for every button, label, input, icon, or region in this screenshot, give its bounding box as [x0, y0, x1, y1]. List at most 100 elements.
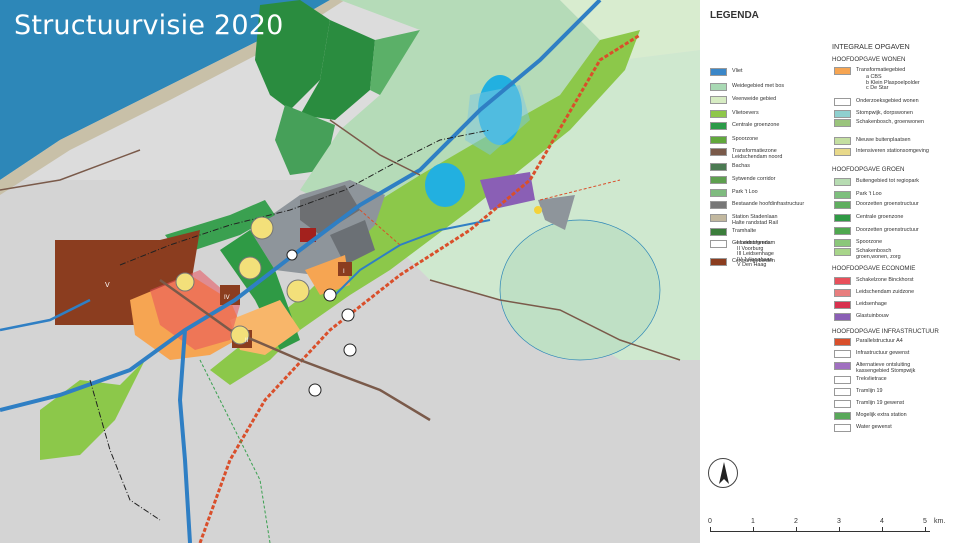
- legend-economie-item-label: Glastuinbouw: [856, 313, 889, 319]
- legend-left-item-label: Spoorzone: [732, 136, 759, 142]
- centrum-ii-label: II: [245, 338, 249, 344]
- legend-economie-item-swatch: [834, 301, 851, 309]
- map-title: Structuurvisie 2020: [14, 10, 284, 41]
- legend-left-item-label: Bestaande hoofdinfrastructuur: [732, 201, 805, 207]
- legend-panel: LEGENDA Vliet Weidegebied met bos Veenweid…: [700, 0, 961, 543]
- economie-heading: HOOFDOPGAVE ECONOMIE: [832, 265, 916, 272]
- groen-heading: HOOFDOPGAVE GROEN: [832, 166, 905, 173]
- legend-left-item-label: Park 't Loo: [732, 189, 758, 195]
- legend-left-item-label: Vliet: [732, 68, 743, 74]
- legend-infra-item-label: Alternatieve ontsluiting kassengebied St…: [856, 362, 916, 374]
- legend-wonen-item-swatch: [834, 119, 851, 127]
- legend-left-item-swatch: [710, 96, 727, 104]
- scale-tick: [925, 527, 926, 532]
- legend-economie-item-label: Leidschendam zuidzone: [856, 289, 915, 295]
- wonen-heading: HOOFDOPGAVE WONEN: [832, 56, 906, 63]
- integrale-opgaven-heading: INTEGRALE OPGAVEN: [832, 42, 910, 51]
- legend-left-item-swatch: [710, 163, 727, 171]
- legend-heading: LEGENDA: [710, 10, 759, 21]
- legend-infra-item-swatch: [834, 400, 851, 408]
- legend-left-item-label: Centrale groenzone: [732, 122, 780, 128]
- legend-infra-item-swatch: [834, 350, 851, 358]
- centrum-v-label: V: [105, 282, 110, 289]
- legend-economie-item-label: Schakelzone Binckhorst: [856, 277, 914, 283]
- legend-groen-item-label: Schakenbosch groen,wonen, zorg: [856, 248, 901, 260]
- legend-economie-item-swatch: [834, 289, 851, 297]
- legend-infra-item-swatch: [834, 338, 851, 346]
- north-arrow-icon: [708, 458, 738, 488]
- legend-left-item-label: Tramhalte: [732, 228, 757, 234]
- legend-left-item-label: Bachas: [732, 163, 750, 169]
- legend-groen-item-swatch: [834, 201, 851, 209]
- legend-wonen-sub: a CBS b Klein Plaspoelpolder c De Star: [866, 74, 920, 92]
- scale-number: 1: [751, 518, 755, 525]
- legend-left-item-label: Veenweide gebied: [732, 96, 777, 102]
- legend-wonen-item-swatch: [834, 110, 851, 118]
- legend-groen-item-swatch: [834, 248, 851, 256]
- legend-groen-item-swatch: [834, 214, 851, 222]
- legend-wonen-item-swatch: [834, 67, 851, 75]
- legend-infra-item-swatch: [834, 412, 851, 420]
- legend-wonen-item-swatch: [834, 137, 851, 145]
- legend-wonen-item-swatch: [834, 98, 851, 106]
- legend-left-item-swatch: [710, 189, 727, 197]
- legend-left-item-label: Sytwende corridor: [732, 176, 776, 182]
- legend-wonen-item-label: Schakenbosch, groenwonen: [856, 119, 925, 125]
- legend-wonen-item-label: Stompwijk, dorpswonen: [856, 110, 913, 116]
- legend-infra-item-label: Water gewenst: [856, 424, 892, 430]
- legend-left-item-swatch: [710, 122, 727, 130]
- scale-number: 0: [708, 518, 712, 525]
- legend-left-item-swatch: [710, 258, 727, 266]
- legend-left-item-swatch: [710, 68, 727, 76]
- legend-economie-item-swatch: [834, 277, 851, 285]
- scale-number: 5: [923, 518, 927, 525]
- scale-bar: [710, 527, 930, 532]
- legend-infra-item-swatch: [834, 424, 851, 432]
- legend-infra-item-label: Infrastructuur gewenst: [856, 350, 910, 356]
- map-area: V II IV I Structuurvisie 2020: [0, 0, 700, 543]
- legend-wonen-item-label: Onderzoeksgebied wonen: [856, 98, 919, 104]
- centrum-list: I Leidschendam II Voorburg III Leidsenha…: [737, 240, 776, 269]
- legend-left-item-label: Vlietoevers: [732, 110, 759, 116]
- legend-left-item-swatch: [710, 214, 727, 222]
- legend-infra-item-label: Parallelstructuur A4: [856, 338, 903, 344]
- legend-wonen-item-label: Nieuwe buitenplaatsen: [856, 137, 911, 143]
- infra-heading: HOOFDOPGAVE INFRASTRUCTUUR: [832, 328, 939, 335]
- legend-wonen-item-label: Transformatiegebied: [856, 67, 906, 73]
- legend-left-item-label: Weidegebied met bos: [732, 83, 785, 89]
- scale-tick: [839, 527, 840, 532]
- legend-infra-item-swatch: [834, 376, 851, 384]
- legend-left-item-label: Station Stadenlaan Halte randstad Rail: [732, 214, 778, 226]
- legend-infra-item-swatch: [834, 388, 851, 396]
- legend-left-item-swatch: [710, 240, 727, 248]
- legend-left-item-swatch: [710, 176, 727, 184]
- legend-infra-item-label: Mogelijk extra station: [856, 412, 907, 418]
- legend-groen-item-label: Spoorzone: [856, 239, 883, 245]
- legend-groen-item-label: Park 't Loo: [856, 191, 882, 197]
- legend-left-item-swatch: [710, 201, 727, 209]
- scale-number: 4: [880, 518, 884, 525]
- legend-left-item-swatch: [710, 136, 727, 144]
- scale-tick: [753, 527, 754, 532]
- legend-groen-item-label: Buitengebied tot regiopark: [856, 178, 919, 184]
- scale-tick: [882, 527, 883, 532]
- legend-economie-item-label: Leidsenhage: [856, 301, 887, 307]
- scale-tick: [710, 527, 711, 532]
- legend-left-item-label: Transformatiezone Leidschendam noord: [732, 148, 783, 160]
- legend-groen-item-swatch: [834, 227, 851, 235]
- legend-wonen-item-label: Intensiveren stationsomgeving: [856, 148, 929, 154]
- scale-unit: km.: [934, 518, 946, 525]
- legend-left-item-swatch: [710, 148, 727, 156]
- legend-infra-item-label: Tramlijn 19 gewenst: [856, 400, 905, 406]
- legend-groen-item-label: Doorzetten groenstructuur: [856, 227, 919, 233]
- legend-left-item-swatch: [710, 83, 727, 91]
- scale-number: 2: [794, 518, 798, 525]
- legend-infra-item-label: Tramlijn 19: [856, 388, 883, 394]
- legend-groen-item-swatch: [834, 239, 851, 247]
- legend-left-item-swatch: [710, 110, 727, 118]
- legend-groen-item-label: Doorzetten groenstructuur: [856, 201, 919, 207]
- legend-left-item-swatch: [710, 228, 727, 236]
- legend-economie-item-swatch: [834, 313, 851, 321]
- legend-infra-item-label: Trekvlietrace: [856, 376, 887, 382]
- centrum-iv-label: IV: [224, 295, 230, 301]
